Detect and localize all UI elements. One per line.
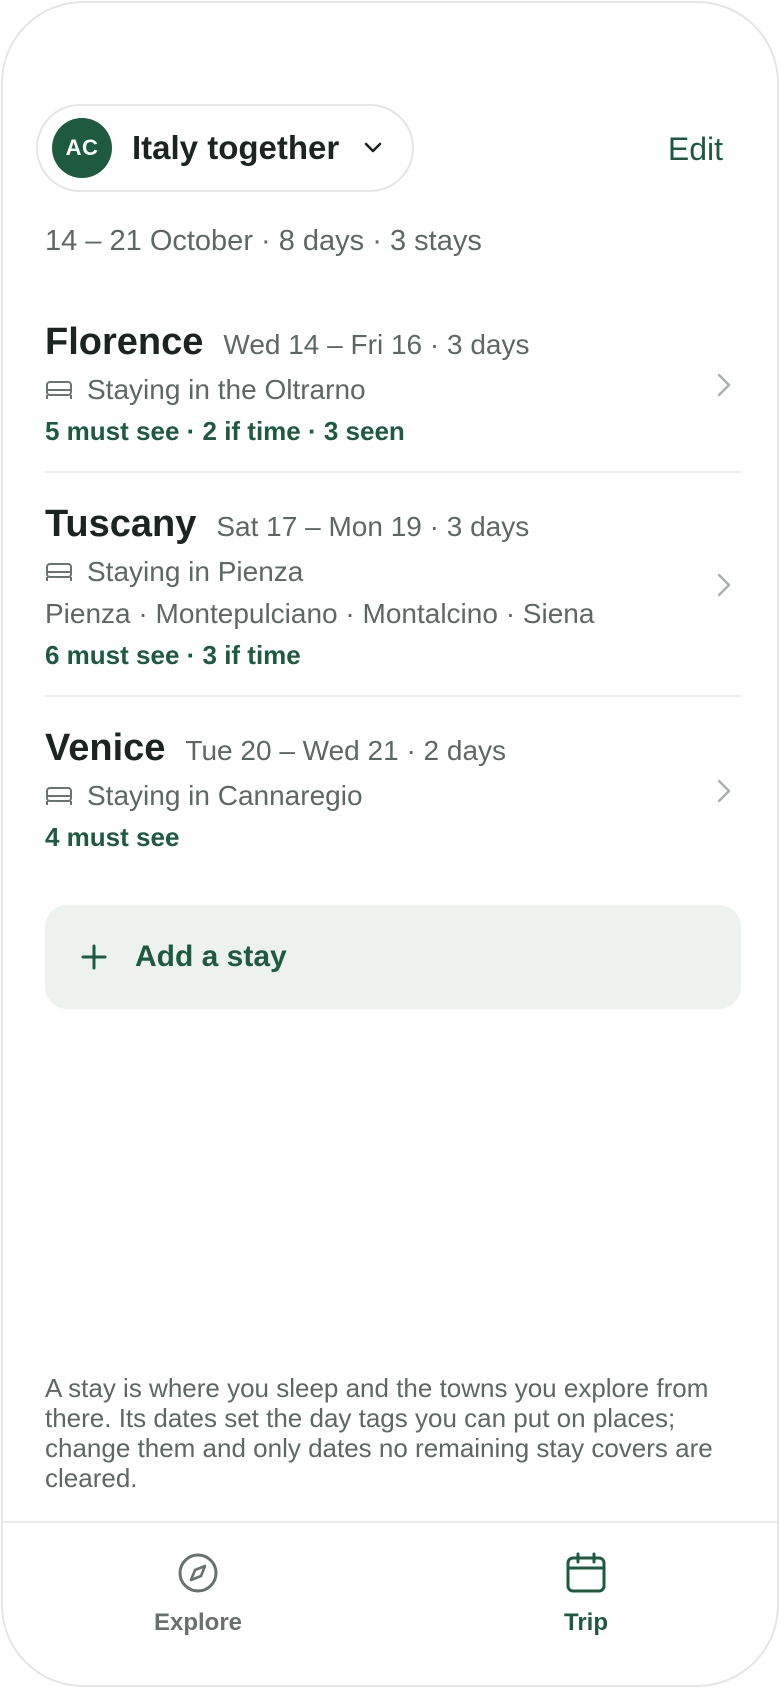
stay-location: Staying in Cannaregio: [87, 780, 363, 811]
stay-city: Venice: [45, 727, 166, 769]
bed-icon: [45, 786, 73, 806]
stay-city: Tuscany: [45, 503, 197, 545]
tab-label: Trip: [563, 1609, 608, 1636]
edit-button[interactable]: Edit: [668, 131, 723, 168]
stay-stats: 5 must see · 2 if time · 3 seen: [45, 416, 405, 446]
stay-city: Florence: [45, 321, 204, 363]
stay-stats: 4 must see: [45, 822, 180, 852]
chevron-down-icon: [361, 136, 385, 160]
plus-icon: [81, 944, 107, 970]
app-screen: AC Italy together Edit 14 – 21 October ·…: [1, 1, 779, 1687]
stay-towns: Pienza · Montepulciano · Montalcino · Si…: [45, 598, 595, 629]
stay-venice[interactable]: Venice Tue 20 – Wed 21 · 2 days Staying …: [45, 727, 741, 857]
stay-stats: 6 must see · 3 if time: [45, 640, 301, 670]
stay-location: Staying in the Oltrarno: [87, 374, 366, 405]
stay-florence[interactable]: Florence Wed 14 – Fri 16 · 3 days Stayin…: [45, 321, 741, 473]
add-stay-button[interactable]: Add a stay: [45, 905, 741, 1009]
stay-explanation-note: A stay is where you sleep and the towns …: [45, 1373, 713, 1493]
trip-switcher[interactable]: AC Italy together: [36, 104, 414, 192]
chevron-right-icon: [715, 371, 733, 399]
trip-name: Italy together: [132, 129, 340, 166]
tab-trip[interactable]: Trip: [486, 1551, 686, 1637]
compass-icon: [176, 1551, 220, 1595]
stay-dates: Sat 17 – Mon 19 · 3 days: [216, 511, 530, 542]
bed-icon: [45, 562, 73, 582]
chevron-right-icon: [715, 777, 733, 805]
tab-explore[interactable]: Explore: [98, 1551, 298, 1637]
stay-location: Staying in Pienza: [87, 556, 304, 587]
stay-dates: Wed 14 – Fri 16 · 3 days: [223, 329, 530, 360]
bed-icon: [45, 380, 73, 400]
trip-summary: 14 – 21 October · 8 days · 3 stays: [45, 225, 482, 257]
tab-label: Explore: [153, 1609, 243, 1636]
add-stay-label: Add a stay: [135, 940, 287, 973]
calendar-icon: [564, 1551, 608, 1595]
avatar: AC: [52, 118, 112, 178]
chevron-right-icon: [715, 571, 733, 599]
stay-tuscany[interactable]: Tuscany Sat 17 – Mon 19 · 3 days Staying…: [45, 503, 741, 697]
stay-dates: Tue 20 – Wed 21 · 2 days: [185, 735, 507, 766]
tab-bar: Explore Trip: [3, 1521, 777, 1685]
